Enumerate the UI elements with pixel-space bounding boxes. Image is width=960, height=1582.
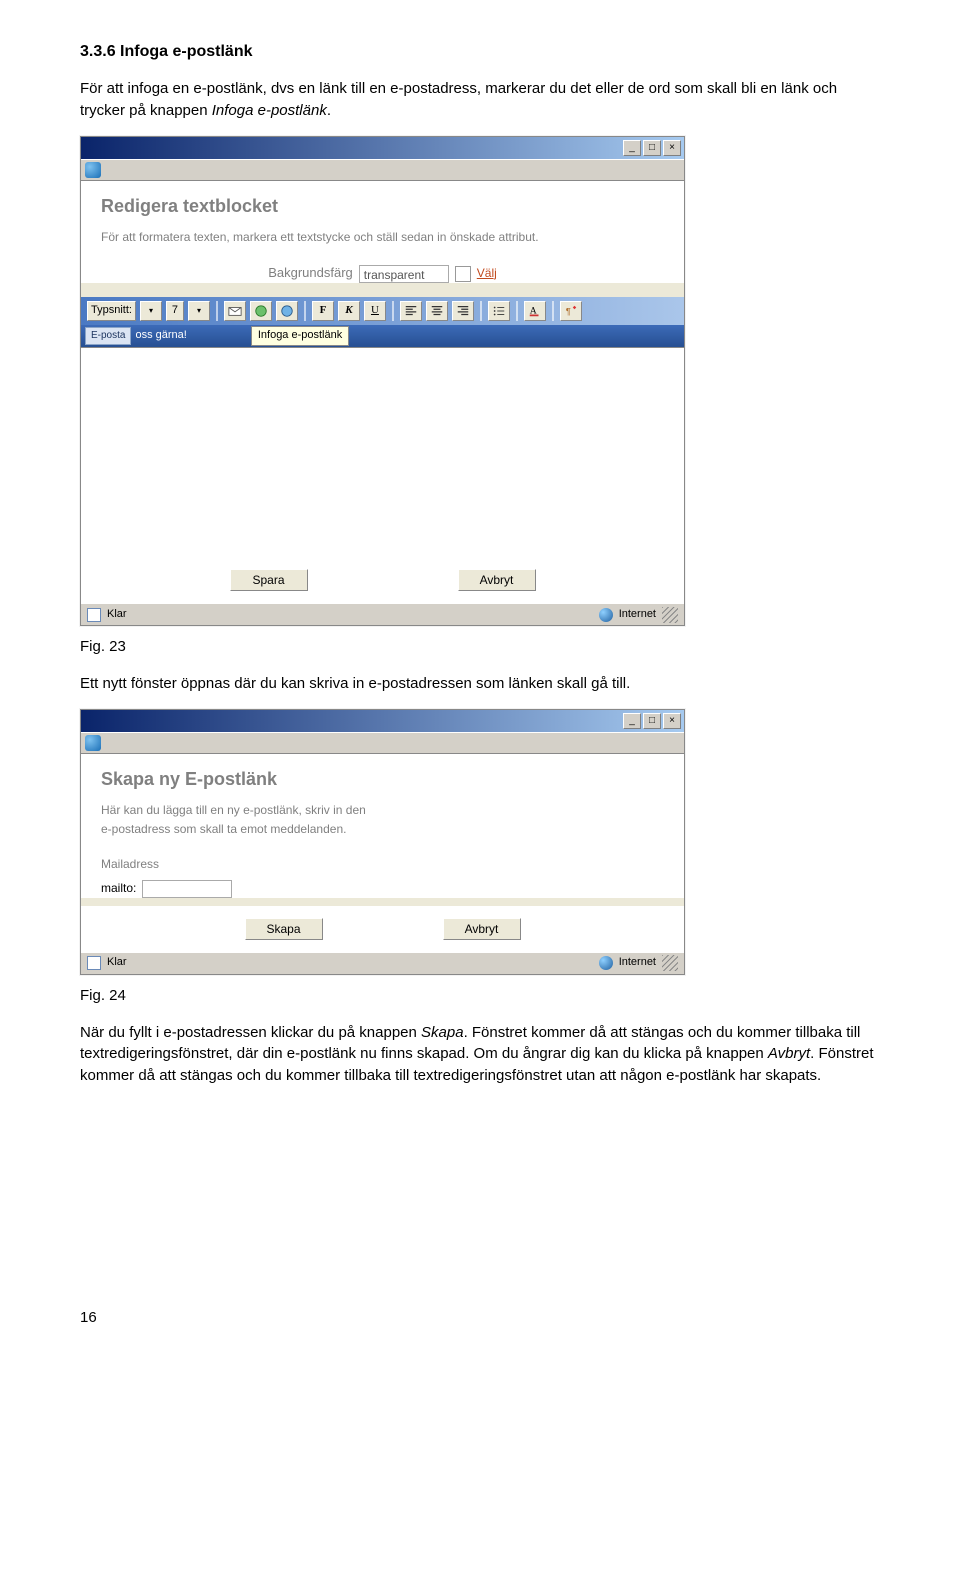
separator <box>392 301 394 321</box>
font-select-dd[interactable]: ▾ <box>140 301 162 321</box>
panel-sub-line2: e-postadress som skall ta emot meddeland… <box>101 821 664 838</box>
fig-24-label: Fig. 24 <box>80 985 880 1007</box>
globe-icon <box>599 956 613 970</box>
globe-icon <box>599 608 613 622</box>
document-icon <box>87 608 101 622</box>
document-icon <box>87 956 101 970</box>
text-editor-area[interactable] <box>81 347 684 557</box>
separator <box>304 301 306 321</box>
p1-text-c: . <box>327 102 331 119</box>
bg-input[interactable]: transparent <box>359 265 449 283</box>
window-content: Skapa ny E-postlänk Här kan du lägga til… <box>81 754 684 898</box>
mailto-label: mailto: <box>101 880 136 897</box>
globe-icon[interactable] <box>276 301 298 321</box>
avbryt-button[interactable]: Avbryt <box>443 918 521 940</box>
button-row: Skapa Avbryt <box>81 906 684 952</box>
window-content: Redigera textblocket För att formatera t… <box>81 181 684 283</box>
align-left-icon[interactable] <box>400 301 422 321</box>
resize-handle-icon[interactable] <box>662 955 678 971</box>
window-min-button[interactable]: _ <box>623 713 641 729</box>
window-min-button[interactable]: _ <box>623 140 641 156</box>
valj-link[interactable]: Välj <box>477 265 497 282</box>
svg-text:¶: ¶ <box>566 307 571 318</box>
paragraph-3: När du fyllt i e-postadressen klickar du… <box>80 1022 880 1087</box>
font-size-dd[interactable]: ▾ <box>188 301 210 321</box>
panel-sub-line1: Här kan du lägga till en ny e-postlänk, … <box>101 802 664 819</box>
window-max-button[interactable]: □ <box>643 140 661 156</box>
fig-23-label: Fig. 23 <box>80 636 880 658</box>
bg-label: Bakgrundsfärg <box>268 264 353 283</box>
italic-button[interactable]: K <box>338 301 360 321</box>
panel-title: Redigera textblocket <box>101 193 664 219</box>
status-right: Internet <box>619 955 656 971</box>
insert-email-link-button[interactable] <box>224 301 246 321</box>
section-heading: 3.3.6 Infoga e-postlänk <box>80 40 880 63</box>
panel-title: Skapa ny E-postlänk <box>101 766 664 792</box>
p3d: Avbryt <box>768 1045 810 1062</box>
format-toolbar: Typsnitt: ▾ 7 ▾ F K U A ¶ <box>81 297 684 325</box>
align-center-icon[interactable] <box>426 301 448 321</box>
bullet-list-icon[interactable] <box>488 301 510 321</box>
window-titlebar: _ □ × <box>81 137 684 159</box>
separator <box>516 301 518 321</box>
spara-button[interactable]: Spara <box>230 569 308 591</box>
separator <box>552 301 554 321</box>
underline-button[interactable]: U <box>364 301 386 321</box>
mailadress-label: Mailadress <box>101 856 664 873</box>
button-row: Spara Avbryt <box>81 557 684 603</box>
skapa-button[interactable]: Skapa <box>245 918 323 940</box>
window-max-button[interactable]: □ <box>643 713 661 729</box>
mailto-row: mailto: <box>101 880 664 898</box>
window-addressbar <box>81 732 684 754</box>
font-select[interactable]: Typsnitt: <box>87 301 136 321</box>
insert-email-tooltip: Infoga e-postlänk <box>251 326 349 346</box>
ie-icon <box>85 162 101 178</box>
p1-text-b: Infoga e-postlänk <box>212 102 327 119</box>
window-addressbar <box>81 159 684 181</box>
panel-subtitle: För att formatera texten, markera ett te… <box>101 229 664 246</box>
window-edit-textblock: _ □ × Redigera textblocket För att forma… <box>80 136 685 626</box>
mailto-input[interactable] <box>142 880 232 898</box>
window-create-email-link: _ □ × Skapa ny E-postlänk Här kan du läg… <box>80 709 685 975</box>
text-color-icon[interactable]: A <box>524 301 546 321</box>
status-left: Klar <box>107 955 127 971</box>
edit-row: E-posta oss gärna! Infoga e-postlänk <box>81 325 684 347</box>
clear-format-icon[interactable]: ¶ <box>560 301 582 321</box>
status-bar: Klar Internet <box>81 603 684 625</box>
window-close-button[interactable]: × <box>663 140 681 156</box>
page-number: 16 <box>80 1307 880 1329</box>
ie-icon <box>85 735 101 751</box>
link-icon[interactable] <box>250 301 272 321</box>
status-left: Klar <box>107 607 127 623</box>
separator <box>216 301 218 321</box>
window-close-button[interactable]: × <box>663 713 681 729</box>
p3a: När du fyllt i e-postadressen klickar du… <box>80 1024 421 1041</box>
background-color-row: Bakgrundsfärg transparent Välj <box>268 264 497 283</box>
paragraph-2: Ett nytt fönster öppnas där du kan skriv… <box>80 673 880 695</box>
status-bar: Klar Internet <box>81 952 684 974</box>
p3b: Skapa <box>421 1024 464 1041</box>
avbryt-button[interactable]: Avbryt <box>458 569 536 591</box>
p1-text-a: För att infoga en e-postlänk, dvs en län… <box>80 80 837 119</box>
bold-button[interactable]: F <box>312 301 334 321</box>
eposta-chip[interactable]: E-posta <box>85 327 131 346</box>
window-titlebar: _ □ × <box>81 710 684 732</box>
font-size[interactable]: 7 <box>166 301 184 321</box>
align-right-icon[interactable] <box>452 301 474 321</box>
bg-swatch[interactable] <box>455 266 471 282</box>
paragraph-1: För att infoga en e-postlänk, dvs en län… <box>80 78 880 122</box>
eposta-rest: oss gärna! <box>135 328 186 344</box>
status-right: Internet <box>619 607 656 623</box>
separator <box>480 301 482 321</box>
resize-handle-icon[interactable] <box>662 607 678 623</box>
